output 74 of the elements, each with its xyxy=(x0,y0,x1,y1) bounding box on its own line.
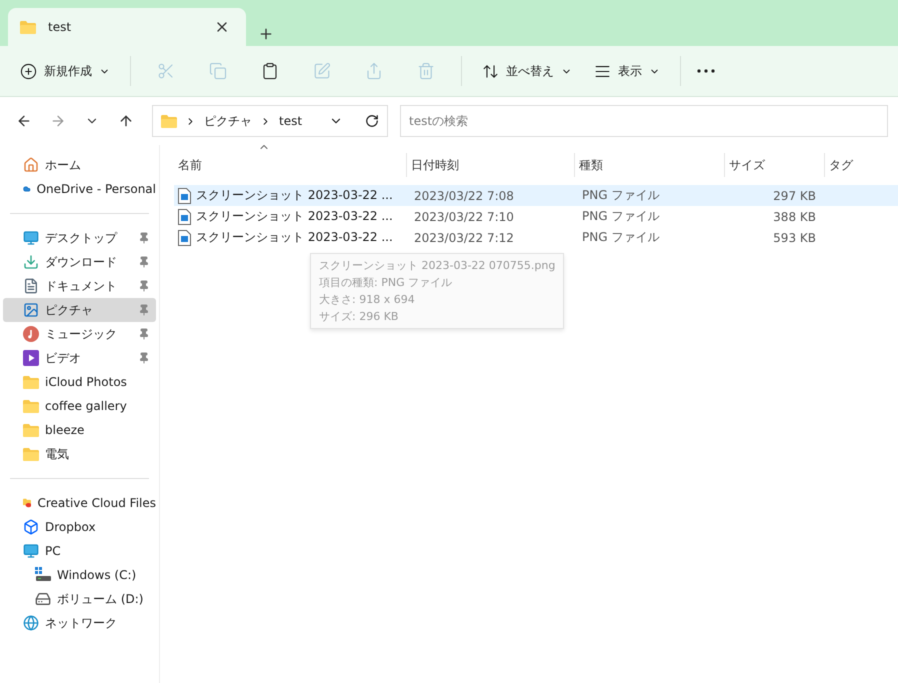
type-cell-text: PNG ファイル xyxy=(581,229,660,246)
network-icon xyxy=(23,615,39,631)
tooltip-line: 大きさ: 918 x 694 xyxy=(319,292,416,307)
tab[interactable]: test xyxy=(8,8,246,46)
file-name: スクリーンショット 2023-03-22 ... xyxy=(196,229,393,246)
date-cell-text: 2023/03/22 7:08 xyxy=(413,188,515,202)
sidebar-item[interactable]: 電気 xyxy=(3,442,156,466)
folder-icon xyxy=(23,400,39,412)
size-cell-text: 388 KB xyxy=(772,210,817,224)
download-icon xyxy=(23,254,39,270)
sidebar-item[interactable]: coffee gallery xyxy=(3,394,156,418)
sidebar-item[interactable]: デスクトップ xyxy=(3,226,156,250)
folder-icon xyxy=(20,20,36,34)
sort-button[interactable]: 並べ替え xyxy=(474,56,580,86)
sidebar-item[interactable]: Dropbox xyxy=(3,515,156,539)
file-row[interactable]: スクリーンショット 2023-03-22 ... 2023/03/22 7:08 PNG ファイル 297 KB xyxy=(174,185,898,206)
sidebar-item[interactable]: bleeze xyxy=(3,418,156,442)
sidebar-item[interactable]: ホーム xyxy=(3,153,156,177)
file-row[interactable]: スクリーンショット 2023-03-22 ... 2023/03/22 7:10 PNG ファイル 388 KB xyxy=(174,206,898,227)
sidebar-item[interactable]: OneDrive - Personal xyxy=(3,177,156,201)
tooltip-line: 項目の種類: PNG ファイル xyxy=(319,275,454,290)
view-button[interactable]: 表示 xyxy=(586,56,668,86)
date-cell-text: 2023/03/22 7:10 xyxy=(413,210,515,224)
search-field[interactable]: testの検索 xyxy=(400,105,888,137)
sidebar-item[interactable]: ピクチャ xyxy=(3,298,156,322)
sidebar-item[interactable]: PC xyxy=(3,539,156,563)
address-bar[interactable]: ピクチャ test xyxy=(152,105,388,137)
size-cell-text: 593 KB xyxy=(772,230,817,244)
refresh-icon[interactable] xyxy=(365,114,379,128)
tooltip-line: サイズ: 296 KB xyxy=(319,309,400,324)
sidebar-item[interactable]: Windows (C:) xyxy=(3,563,156,587)
music-icon xyxy=(23,326,39,342)
sidebar-item[interactable]: ドキュメント xyxy=(3,274,156,298)
image-file-icon xyxy=(178,208,191,224)
size-cell-text: 297 KB xyxy=(772,188,817,202)
sidebar-item[interactable]: ミュージック xyxy=(3,322,156,346)
folder-icon xyxy=(161,114,177,128)
file-row[interactable]: スクリーンショット 2023-03-22 ... 2023/03/22 7:12 PNG ファイル 593 KB xyxy=(174,227,898,248)
plus-circle-icon xyxy=(20,62,37,80)
computer-icon xyxy=(23,543,39,559)
home-icon xyxy=(23,157,39,173)
sidebar-item[interactable]: iCloud Photos xyxy=(3,370,156,394)
column-header[interactable]: タグ xyxy=(824,153,898,177)
column-header[interactable]: サイズ xyxy=(724,153,824,177)
system-drive-icon xyxy=(35,567,51,583)
tooltip-line: スクリーンショット 2023-03-22 070755.png xyxy=(319,258,556,273)
type-cell-text: PNG ファイル xyxy=(581,187,660,204)
folder-icon xyxy=(23,424,39,436)
folder-icon xyxy=(23,376,39,388)
breadcrumb[interactable]: test xyxy=(279,114,302,128)
sidebar-item[interactable]: ビデオ xyxy=(3,346,156,370)
date-cell-text: 2023/03/22 7:12 xyxy=(413,230,515,244)
desktop-icon xyxy=(23,230,39,246)
sidebar-item[interactable]: ダウンロード xyxy=(3,250,156,274)
image-file-icon xyxy=(178,188,191,204)
sort-arrows-icon xyxy=(482,62,499,80)
folder-icon xyxy=(23,448,39,460)
breadcrumb[interactable]: ピクチャ xyxy=(204,112,252,130)
picture-icon xyxy=(23,302,39,318)
image-file-icon xyxy=(178,230,191,246)
dropbox-icon xyxy=(23,519,39,535)
sidebar-item[interactable]: Creative Cloud Files xyxy=(3,491,156,515)
sidebar-item[interactable]: ボリューム (D:) xyxy=(3,587,156,611)
file-name: スクリーンショット 2023-03-22 ... xyxy=(196,187,393,204)
column-header[interactable]: 種類 xyxy=(574,153,724,177)
drive-icon xyxy=(35,591,51,607)
column-header[interactable]: 日付時刻 xyxy=(406,153,574,177)
file-name: スクリーンショット 2023-03-22 ... xyxy=(196,208,393,225)
column-header[interactable]: 名前 xyxy=(174,153,406,177)
document-icon xyxy=(23,278,39,294)
new-button[interactable]: 新規作成 xyxy=(12,56,118,86)
type-cell-text: PNG ファイル xyxy=(581,208,660,225)
video-icon xyxy=(23,350,39,366)
sidebar-item[interactable]: ネットワーク xyxy=(3,611,156,635)
